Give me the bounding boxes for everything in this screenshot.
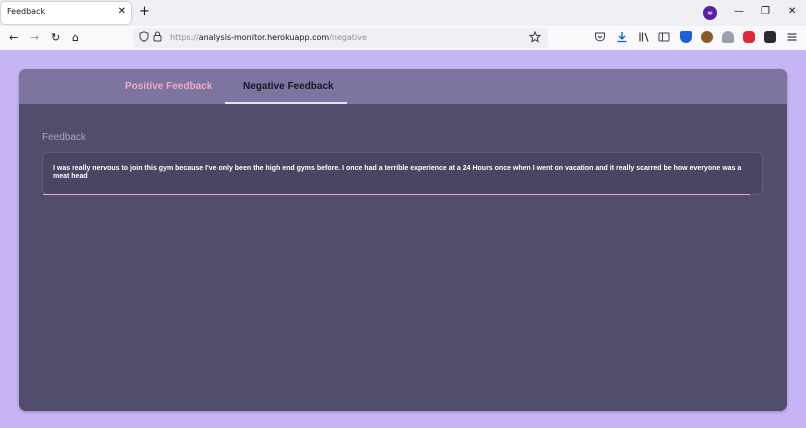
url-scheme: https:// <box>170 33 199 42</box>
sidebar-icon[interactable] <box>658 31 670 48</box>
back-icon[interactable]: ← <box>9 30 18 45</box>
minimize-icon[interactable]: — <box>734 5 744 19</box>
close-window-icon[interactable]: ✕ <box>788 5 796 19</box>
restore-icon[interactable]: ❐ <box>761 5 770 19</box>
robot-extension-icon[interactable] <box>764 31 776 43</box>
reload-icon[interactable]: ↻ <box>51 30 60 45</box>
navigation-toolbar: ← → ↻ ⌂ https://analysis-monitor.herokua… <box>0 26 806 50</box>
tab-title: Feedback <box>7 7 46 16</box>
bitwarden-extension-icon[interactable] <box>680 31 692 43</box>
lock-icon[interactable] <box>153 31 162 47</box>
tab-strip: Feedback ✕ + ∞ — ❐ ✕ <box>0 0 806 26</box>
tab-negative-feedback[interactable]: Negative Feedback <box>243 81 334 92</box>
account-icon[interactable]: ∞ <box>703 6 717 20</box>
browser-tab-feedback[interactable]: Feedback ✕ <box>1 2 131 24</box>
forward-icon[interactable]: → <box>30 30 39 45</box>
feedback-item[interactable]: I was really nervous to join this gym be… <box>42 152 763 195</box>
red-extension-icon[interactable] <box>743 31 755 43</box>
home-icon[interactable]: ⌂ <box>72 30 79 45</box>
shield-icon[interactable] <box>139 31 149 47</box>
bookmark-star-icon[interactable] <box>528 30 542 48</box>
url-path: /negative <box>329 33 367 42</box>
extension-icon[interactable] <box>722 31 734 43</box>
pocket-icon[interactable] <box>594 31 606 48</box>
feedback-tabs: Positive Feedback Negative Feedback <box>19 69 787 104</box>
download-icon[interactable] <box>616 31 628 48</box>
tab-positive-feedback[interactable]: Positive Feedback <box>125 81 212 92</box>
active-tab-indicator <box>225 102 347 104</box>
menu-icon[interactable] <box>786 31 798 48</box>
library-icon[interactable] <box>638 31 650 48</box>
feedback-text: I was really nervous to join this gym be… <box>53 165 742 180</box>
new-tab-icon[interactable]: + <box>139 4 150 20</box>
feedback-label: Feedback <box>42 132 86 143</box>
url-bar[interactable]: https://analysis-monitor.herokuapp.com/n… <box>133 28 548 48</box>
url-text[interactable]: https://analysis-monitor.herokuapp.com/n… <box>170 33 367 42</box>
feedback-card: Positive Feedback Negative Feedback Feed… <box>19 69 787 411</box>
feedback-underline <box>43 194 750 195</box>
cookie-extension-icon[interactable] <box>701 31 713 43</box>
page-background: Positive Feedback Negative Feedback Feed… <box>0 50 806 428</box>
tab-close-icon[interactable]: ✕ <box>118 5 126 19</box>
url-domain: analysis-monitor.herokuapp.com <box>198 33 330 42</box>
